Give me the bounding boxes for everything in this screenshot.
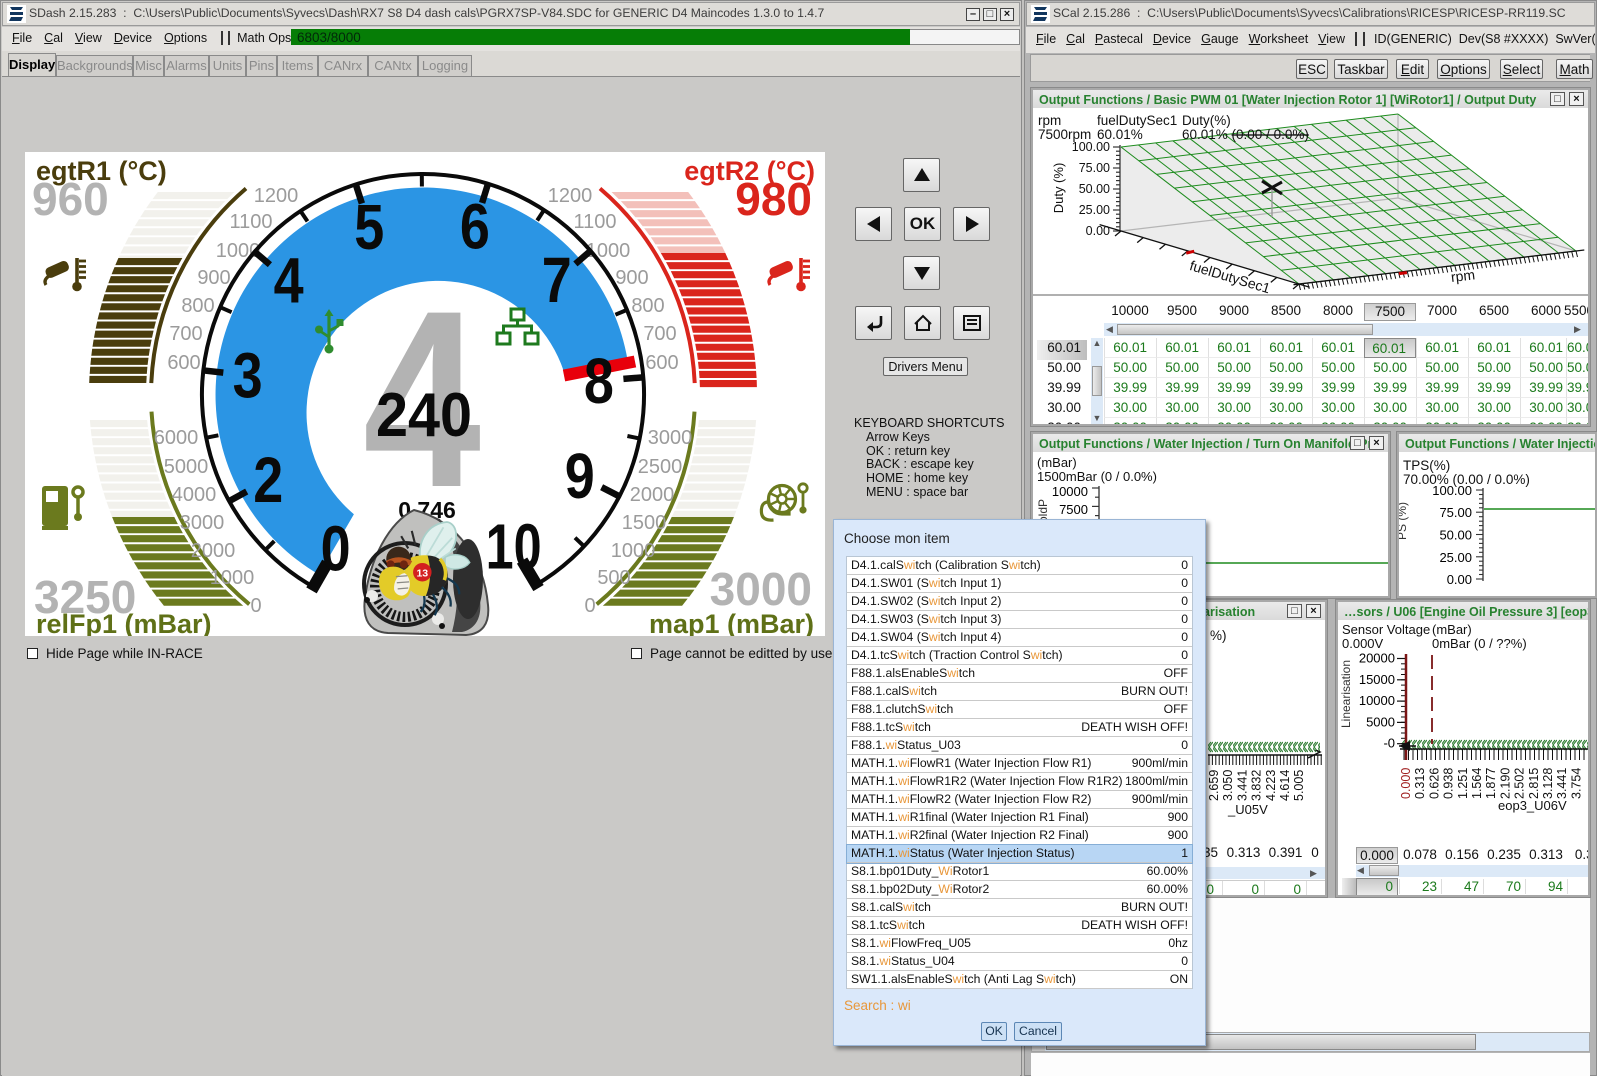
svg-text:25.00: 25.00	[1079, 203, 1110, 217]
svg-text:800: 800	[631, 295, 664, 317]
svg-text:600: 600	[645, 352, 678, 374]
svg-text:2.659: 2.659	[1207, 770, 1221, 801]
svg-text:5000: 5000	[164, 456, 209, 478]
svg-text:900: 900	[197, 267, 230, 289]
svg-text:60.01%: 60.01%	[1097, 127, 1143, 142]
svg-text:-0: -0	[1383, 736, 1395, 751]
svg-text:0: 0	[250, 595, 261, 617]
svg-text:rpm: rpm	[1038, 113, 1061, 128]
svg-text:_U05V: _U05V	[1227, 802, 1268, 817]
svg-text:960: 960	[32, 173, 109, 225]
svg-text:700: 700	[643, 323, 676, 345]
svg-text:20000: 20000	[1359, 651, 1395, 666]
svg-text:15000: 15000	[1359, 672, 1395, 687]
svg-text:100.00: 100.00	[1072, 140, 1110, 154]
svg-text:3000: 3000	[648, 427, 693, 449]
svg-text:2500: 2500	[638, 456, 683, 478]
svg-text:3.050: 3.050	[1221, 770, 1235, 801]
svg-text:700: 700	[169, 323, 202, 345]
svg-text:600: 600	[167, 352, 200, 374]
svg-text:500: 500	[597, 567, 630, 589]
svg-text:25.00: 25.00	[1439, 550, 1472, 565]
svg-text:2: 2	[253, 444, 283, 516]
svg-text:9: 9	[565, 440, 595, 512]
svg-text:fuelDutySec1: fuelDutySec1	[1097, 113, 1177, 128]
svg-text:3000: 3000	[710, 563, 812, 615]
svg-text:3.441: 3.441	[1555, 768, 1569, 799]
svg-text:4.614: 4.614	[1278, 770, 1292, 801]
svg-text:800: 800	[181, 295, 214, 317]
svg-text:1.251: 1.251	[1456, 768, 1470, 799]
svg-text:3.832: 3.832	[1250, 770, 1264, 801]
svg-text:50.00: 50.00	[1439, 528, 1472, 543]
svg-text:2.815: 2.815	[1527, 768, 1541, 799]
svg-text:1200: 1200	[548, 185, 593, 207]
svg-text:7: 7	[542, 244, 572, 316]
svg-text:4.223: 4.223	[1264, 770, 1278, 801]
svg-text:eop3_U06V: eop3_U06V	[1498, 798, 1567, 813]
svg-text:Duty (%): Duty (%)	[1051, 163, 1066, 214]
svg-text:3: 3	[233, 339, 263, 411]
svg-text:1100: 1100	[229, 211, 272, 233]
svg-text:1100: 1100	[573, 211, 616, 233]
svg-text:0: 0	[584, 595, 595, 617]
svg-text:5: 5	[354, 191, 384, 263]
svg-text:1000: 1000	[611, 540, 656, 562]
svg-text:980: 980	[735, 173, 812, 225]
svg-text:4000: 4000	[172, 484, 217, 506]
svg-text:rpm: rpm	[1450, 266, 1476, 285]
svg-text:2.190: 2.190	[1498, 768, 1512, 799]
svg-text:0.626: 0.626	[1427, 768, 1441, 799]
svg-text:50.00: 50.00	[1079, 182, 1110, 196]
svg-text:6000: 6000	[154, 427, 199, 449]
svg-text:3000: 3000	[180, 512, 225, 534]
svg-text:10: 10	[486, 510, 542, 582]
svg-text:75.00: 75.00	[1079, 161, 1110, 175]
svg-text:4: 4	[274, 245, 304, 317]
svg-text:3.754: 3.754	[1569, 768, 1583, 799]
svg-text:7500: 7500	[1059, 502, 1088, 517]
svg-text:0: 0	[321, 512, 351, 584]
svg-text:100.00: 100.00	[1432, 483, 1472, 498]
svg-text:5.005: 5.005	[1292, 770, 1306, 801]
svg-text:3.441: 3.441	[1235, 770, 1249, 801]
svg-text:75.00: 75.00	[1439, 505, 1472, 520]
svg-text:1.564: 1.564	[1470, 768, 1484, 799]
svg-text:5000: 5000	[1366, 714, 1395, 729]
svg-text:900: 900	[615, 267, 648, 289]
svg-text:10000: 10000	[1052, 484, 1088, 499]
svg-text:6: 6	[460, 190, 490, 262]
svg-text:0.00: 0.00	[1447, 572, 1472, 587]
svg-text:map1 (mBar): map1 (mBar)	[649, 609, 814, 636]
svg-text:1200: 1200	[254, 185, 299, 207]
svg-text:8: 8	[584, 345, 614, 417]
svg-text:2000: 2000	[191, 540, 236, 562]
svg-text:2.502: 2.502	[1513, 768, 1527, 799]
svg-text:Duty(%): Duty(%)	[1182, 113, 1231, 128]
svg-text:1.877: 1.877	[1484, 768, 1498, 799]
svg-text:240: 240	[376, 381, 472, 450]
svg-text:relFp1 (mBar): relFp1 (mBar)	[36, 609, 212, 636]
svg-text:0.938: 0.938	[1442, 768, 1456, 799]
svg-text:1500: 1500	[622, 512, 667, 534]
svg-text:3.128: 3.128	[1541, 768, 1555, 799]
svg-text:0.000: 0.000	[1399, 768, 1413, 799]
svg-text:0.313: 0.313	[1413, 768, 1427, 799]
svg-text:13: 13	[416, 568, 428, 580]
svg-text:2000: 2000	[630, 484, 675, 506]
svg-text:7500rpm: 7500rpm	[1038, 127, 1091, 142]
svg-text:60.01% (0.00 / 0.0%): 60.01% (0.00 / 0.0%)	[1182, 127, 1309, 142]
svg-text:10000: 10000	[1359, 693, 1395, 708]
svg-text:1000: 1000	[210, 567, 255, 589]
